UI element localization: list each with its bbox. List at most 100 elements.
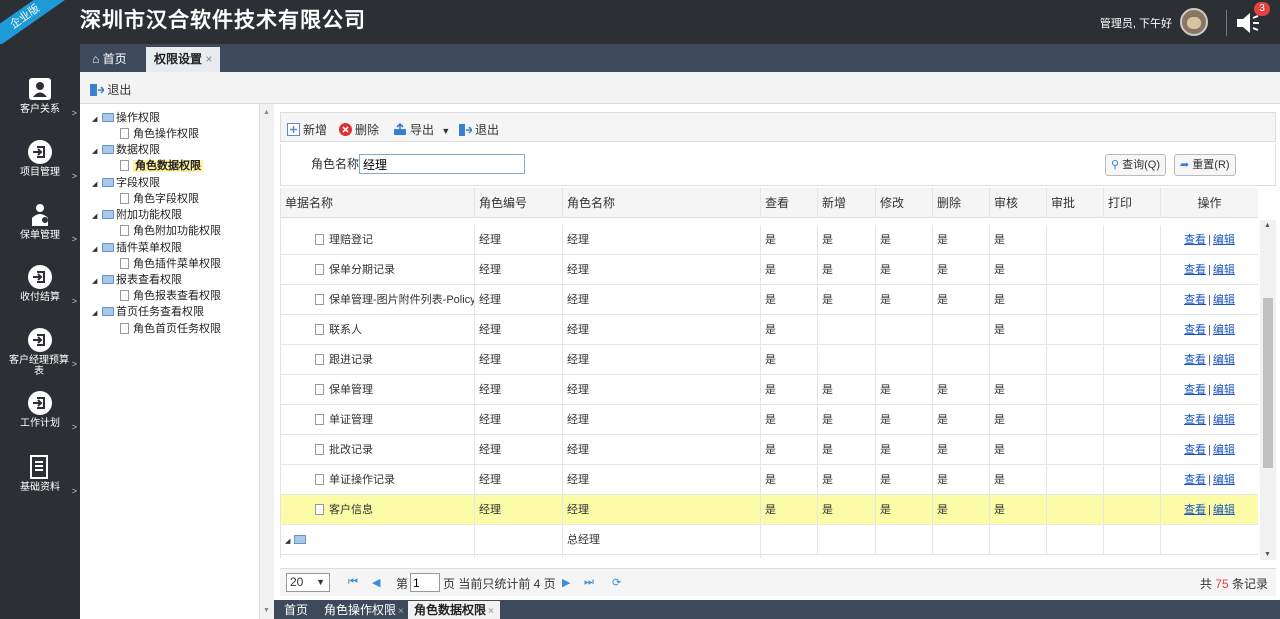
close-icon[interactable]: × [205, 52, 212, 66]
col-header-doc[interactable]: 单据名称 [281, 188, 475, 218]
view-link[interactable]: 查看 [1184, 474, 1206, 486]
page-number-input[interactable] [410, 573, 440, 592]
edit-link[interactable]: 编辑 [1213, 384, 1235, 396]
table-row[interactable]: 保单管理 经理 经理是是是是是查看 | 编辑 [281, 375, 1258, 405]
table-row[interactable]: 保单分期记录 经理 经理是是是是是查看 | 编辑 [281, 255, 1258, 285]
grid-exit-button[interactable]: 退出 [459, 121, 499, 138]
scroll-up-icon[interactable]: ▲ [263, 109, 270, 116]
tree-node-plugin-menu[interactable]: ◢ 插件菜单权限 [92, 240, 182, 256]
edit-link[interactable]: 编辑 [1213, 324, 1235, 336]
table-row[interactable]: 单证操作记录 经理 经理是是是是是查看 | 编辑 [281, 465, 1258, 495]
next-page-icon[interactable]: ▶ [562, 576, 570, 589]
add-button[interactable]: 新增 [287, 121, 327, 138]
table-row[interactable]: 保单管理-图片附件列表-Policy 经理 经理是是是是是查看 | 编辑 [281, 285, 1258, 315]
col-header-approve[interactable]: 审批 [1047, 188, 1104, 218]
tree-node-home-task[interactable]: ◢ 首页任务查看权限 [92, 304, 204, 320]
bottom-tab-home[interactable]: 首页 [278, 601, 314, 619]
tab-home[interactable]: ⌂ 首页 [84, 47, 135, 72]
table-row[interactable]: 单证管理 经理 经理是是是是是查看 | 编辑 [281, 405, 1258, 435]
last-page-icon[interactable]: ⏭ [584, 576, 594, 589]
scroll-up-icon[interactable]: ▲ [1264, 222, 1271, 229]
edit-link[interactable]: 编辑 [1213, 264, 1235, 276]
bottom-tab-role-data[interactable]: 角色数据权限 × [408, 601, 500, 619]
page-size-select[interactable]: 20 ▼ [286, 573, 330, 592]
table-row[interactable]: 保单核销信总经理总经理 [281, 555, 1258, 558]
tree-node-role-operation[interactable]: 角色操作权限 [120, 126, 199, 142]
col-header-role-name[interactable]: 角色名称 [563, 188, 761, 218]
col-header-view[interactable]: 查看 [761, 188, 818, 218]
table-row[interactable]: 跟进记录 经理 经理是查看 | 编辑 [281, 345, 1258, 375]
prev-page-icon[interactable]: ◀ [372, 576, 380, 589]
edit-link[interactable]: 编辑 [1213, 444, 1235, 456]
edit-link[interactable]: 编辑 [1213, 414, 1235, 426]
table-row[interactable]: 批改记录 经理 经理是是是是是查看 | 编辑 [281, 435, 1258, 465]
tree-node-role-report-view[interactable]: 角色报表查看权限 [120, 288, 221, 304]
table-row[interactable]: 理赔登记 经理 经理是是是是是查看 | 编辑 [281, 225, 1258, 255]
tree-node-field[interactable]: ◢ 字段权限 [92, 175, 160, 191]
tab-permission-settings[interactable]: 权限设置 × [146, 47, 221, 72]
view-link[interactable]: 查看 [1184, 264, 1206, 276]
tree-node-data[interactable]: ◢ 数据权限 [92, 142, 160, 158]
view-link[interactable]: 查看 [1184, 504, 1206, 516]
collapse-icon[interactable]: ◢ [92, 177, 102, 193]
col-header-print[interactable]: 打印 [1104, 188, 1161, 218]
col-header-role-code[interactable]: 角色编号 [475, 188, 563, 218]
sidebar-item-work-plan[interactable]: 工作计划 > [0, 390, 80, 432]
view-link[interactable]: 查看 [1184, 444, 1206, 456]
col-header-edit[interactable]: 修改 [876, 188, 933, 218]
view-link[interactable]: 查看 [1184, 354, 1206, 366]
edit-link[interactable]: 编辑 [1213, 504, 1235, 516]
tree-node-role-extra-function[interactable]: 角色附加功能权限 [120, 223, 221, 239]
view-link[interactable]: 查看 [1184, 384, 1206, 396]
col-header-add[interactable]: 新增 [818, 188, 876, 218]
edit-link[interactable]: 编辑 [1213, 294, 1235, 306]
collapse-icon[interactable]: ◢ [92, 209, 102, 225]
table-row[interactable]: 联系人 经理 经理是是查看 | 编辑 [281, 315, 1258, 345]
query-button[interactable]: ⚲ 查询(Q) [1105, 154, 1167, 176]
collapse-icon[interactable]: ◢ [92, 112, 102, 128]
tree-node-report-view[interactable]: ◢ 报表查看权限 [92, 272, 182, 288]
first-page-icon[interactable]: ⏮ [348, 576, 358, 589]
view-link[interactable]: 查看 [1184, 414, 1206, 426]
bottom-tab-role-operation[interactable]: 角色操作权限 × [318, 601, 410, 619]
grid-scrollbar[interactable]: ▲ ▼ [1260, 220, 1276, 560]
table-row[interactable]: 客户信息 经理 经理是是是是是查看 | 编辑 [281, 495, 1258, 525]
collapse-icon[interactable]: ◢ [92, 274, 102, 290]
sidebar-item-customer-relations[interactable]: 客户关系 > [0, 76, 80, 118]
view-link[interactable]: 查看 [1184, 234, 1206, 246]
scroll-down-icon[interactable]: ▼ [1264, 551, 1271, 558]
delete-button[interactable]: 删除 [339, 121, 379, 138]
col-header-delete[interactable]: 删除 [933, 188, 990, 218]
refresh-icon[interactable]: ⟳ [612, 576, 621, 589]
role-name-input[interactable] [359, 154, 525, 174]
sidebar-item-basic-data[interactable]: 基础资料 > [0, 454, 80, 496]
reset-button[interactable]: ➦ 重置(R) [1174, 154, 1236, 176]
exit-button[interactable]: 退出 [90, 81, 131, 98]
collapse-icon[interactable]: ◢ [92, 242, 102, 258]
collapse-icon[interactable]: ◢ [92, 306, 102, 322]
tree-node-extra-function[interactable]: ◢ 附加功能权限 [92, 207, 182, 223]
collapse-icon[interactable]: ◢ [92, 144, 102, 160]
tree-node-role-plugin-menu[interactable]: 角色插件菜单权限 [120, 256, 221, 272]
export-button[interactable]: 导出 ▼ [393, 121, 450, 138]
sidebar-item-project-management[interactable]: 项目管理 > [0, 139, 80, 181]
edit-link[interactable]: 编辑 [1213, 474, 1235, 486]
close-icon[interactable]: × [488, 606, 494, 617]
user-avatar[interactable] [1180, 8, 1208, 36]
edit-link[interactable]: 编辑 [1213, 234, 1235, 246]
tree-node-role-field[interactable]: 角色字段权限 [120, 191, 199, 207]
scrollbar-thumb[interactable] [1263, 298, 1273, 468]
tree-node-operation[interactable]: ◢ 操作权限 [92, 110, 160, 126]
sidebar-item-payment-settlement[interactable]: 收付结算 > [0, 264, 80, 306]
tree-scrollbar[interactable]: ▲ ▼ [260, 104, 274, 619]
edit-link[interactable]: 编辑 [1213, 354, 1235, 366]
col-header-audit[interactable]: 审核 [990, 188, 1047, 218]
collapse-icon[interactable]: ◢ [285, 538, 290, 545]
view-link[interactable]: 查看 [1184, 294, 1206, 306]
tree-node-role-home-task[interactable]: 角色首页任务权限 [120, 321, 221, 337]
view-link[interactable]: 查看 [1184, 324, 1206, 336]
sidebar-item-manager-budget[interactable]: 客户经理预算表 > [0, 327, 80, 377]
sidebar-item-policy-management[interactable]: 保单管理 > [0, 202, 80, 244]
scroll-down-icon[interactable]: ▼ [263, 607, 270, 614]
close-icon[interactable]: × [398, 606, 404, 617]
